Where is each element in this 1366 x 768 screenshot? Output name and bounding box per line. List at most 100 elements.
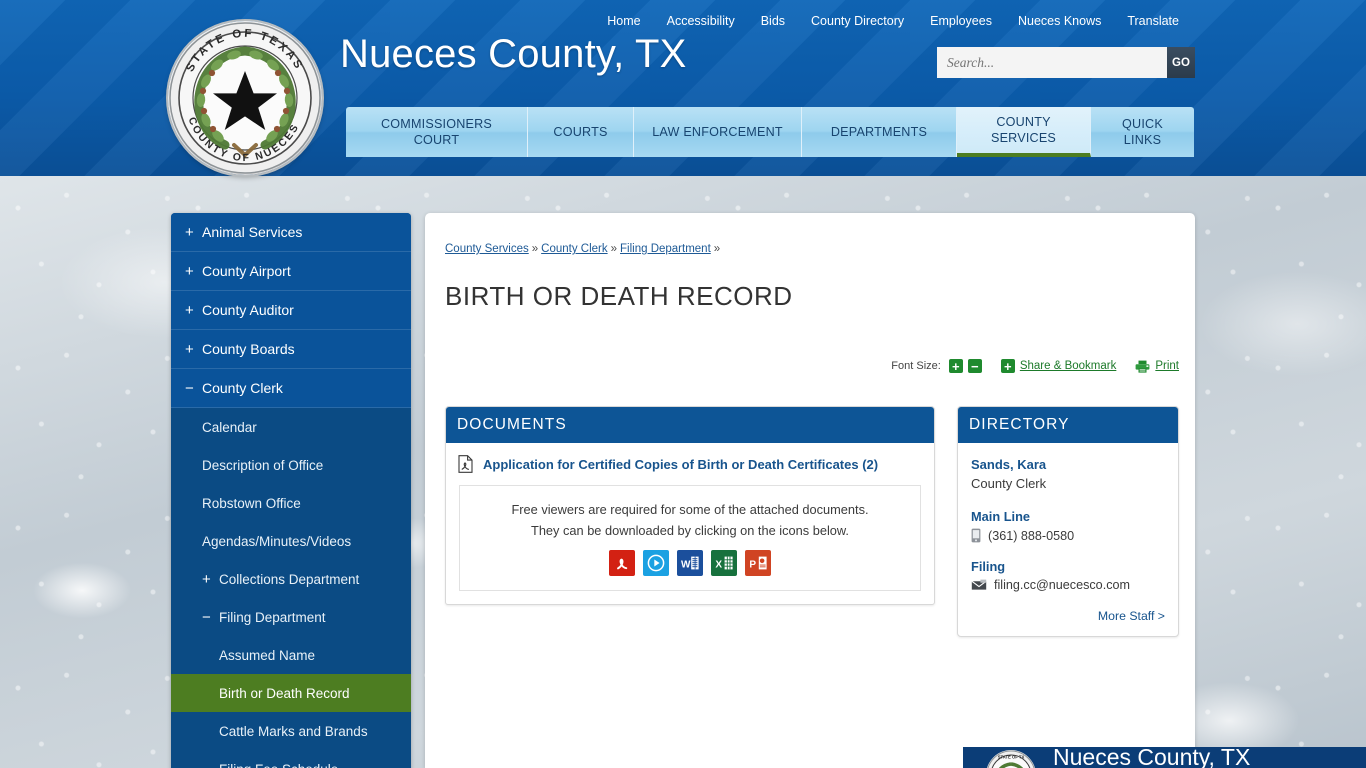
nav-tab-county-services[interactable]: COUNTY SERVICES [957, 107, 1091, 157]
sidebar-item-label: Cattle Marks and Brands [219, 723, 368, 739]
sidebar-item-county-airport[interactable]: + County Airport [171, 252, 411, 291]
expand-plus-icon: + [202, 570, 211, 588]
sidebar-item-birth-or-death-record[interactable]: Birth or Death Record [171, 674, 411, 712]
expand-plus-icon: + [185, 223, 194, 241]
utility-link-nueces-knows[interactable]: Nueces Knows [1005, 12, 1114, 31]
expand-plus-icon: + [185, 340, 194, 358]
county-seal-logo: STATE OF TEXAS COUNTY OF NUECES [168, 21, 322, 175]
utility-link-employees[interactable]: Employees [917, 12, 1005, 31]
directory-email-row: filing.cc@nuecesco.com [971, 578, 1165, 592]
sidebar-item-animal-services[interactable]: + Animal Services [171, 213, 411, 252]
email-icon [971, 579, 987, 591]
document-link[interactable]: Application for Certified Copies of Birt… [483, 457, 878, 472]
directory-person-role: County Clerk [971, 476, 1047, 491]
sidebar-item-filing-fee-schedule[interactable]: Filing Fee Schedule [171, 750, 411, 768]
svg-text:X: X [715, 560, 722, 571]
sidebar-item-label: Birth or Death Record [219, 685, 350, 701]
sidebar-item-county-clerk[interactable]: − County Clerk [171, 369, 411, 408]
sidebar-item-cattle-marks-and-brands[interactable]: Cattle Marks and Brands [171, 712, 411, 750]
expand-plus-icon: + [185, 262, 194, 280]
nav-tab-commissioners-court[interactable]: COMMISSIONERS COURT [346, 107, 528, 157]
sidebar-item-collections-department[interactable]: + Collections Department [171, 560, 411, 598]
sidebar-item-label: County Boards [202, 341, 295, 357]
sidebar-item-label: County Airport [202, 263, 291, 279]
sidebar-item-filing-department[interactable]: − Filing Department [171, 598, 411, 636]
site-title: Nueces County, TX [340, 32, 687, 76]
directory-phone-label: Main Line [971, 509, 1031, 524]
search-go-button[interactable]: GO [1167, 47, 1195, 78]
utility-link-county-directory[interactable]: County Directory [798, 12, 917, 31]
directory-email-label: Filing [971, 559, 1006, 574]
svg-text:W: W [681, 560, 691, 571]
windows-media-player-icon[interactable] [643, 550, 669, 576]
document-list-item[interactable]: Application for Certified Copies of Birt… [446, 443, 934, 483]
utility-nav: Home Accessibility Bids County Directory… [594, 12, 1179, 31]
nav-tab-courts[interactable]: COURTS [528, 107, 634, 157]
breadcrumb-separator: » [531, 243, 539, 255]
utility-link-home[interactable]: Home [594, 12, 653, 31]
increase-font-size-button[interactable]: + [948, 359, 963, 373]
sidebar-item-label: Agendas/Minutes/Videos [202, 533, 352, 549]
sidebar-item-description-of-office[interactable]: Description of Office [171, 446, 411, 484]
decrease-font-size-button[interactable]: − [967, 359, 982, 373]
sidebar-item-label: Animal Services [202, 224, 303, 240]
svg-text:STATE OF TX: STATE OF TX [998, 754, 1025, 759]
breadcrumb-link-county-clerk[interactable]: County Clerk [541, 243, 607, 255]
phone-icon [971, 528, 981, 543]
directory-phone-value[interactable]: (361) 888-0580 [988, 529, 1074, 543]
directory-email-value[interactable]: filing.cc@nuecesco.com [994, 578, 1130, 592]
footer-site-title: Nueces County, TX [1053, 747, 1251, 768]
directory-person-name: Sands, Kara [971, 457, 1047, 472]
more-staff-link[interactable]: More Staff > [1098, 609, 1165, 623]
breadcrumb-link-filing-department[interactable]: Filing Department [620, 243, 711, 255]
sidebar-navigation: + Animal Services + County Airport + Cou… [171, 213, 411, 768]
more-staff-row: More Staff > [971, 607, 1165, 625]
collapse-minus-icon: − [185, 379, 194, 397]
main-content-card: County Services» County Clerk» Filing Depa… [425, 213, 1195, 768]
adobe-reader-icon[interactable] [609, 550, 635, 576]
site-header: STATE OF TEXAS COUNTY OF NUECES Nueces C… [0, 0, 1366, 176]
viewer-note-line-1: Free viewers are required for some of th… [511, 502, 869, 517]
documents-panel-title: DOCUMENTS [446, 407, 934, 443]
share-and-bookmark-link[interactable]: Share & Bookmark [1020, 360, 1117, 372]
share-plus-icon[interactable]: + [1000, 359, 1015, 373]
breadcrumb-link-county-services[interactable]: County Services [445, 243, 529, 255]
sidebar-item-label: Calendar [202, 419, 257, 435]
font-size-label: Font Size: [891, 360, 941, 372]
viewer-note-line-2: They can be downloaded by clicking on th… [531, 523, 849, 538]
nav-tab-departments[interactable]: DEPARTMENTS [802, 107, 957, 157]
nav-tab-law-enforcement[interactable]: LAW ENFORCEMENT [634, 107, 802, 157]
documents-panel: DOCUMENTS Application for Certified Copi… [445, 406, 935, 605]
word-viewer-icon[interactable]: W [677, 550, 703, 576]
sidebar-item-label: County Clerk [202, 380, 283, 396]
sidebar-item-label: Robstown Office [202, 495, 301, 511]
search-input[interactable] [937, 47, 1167, 78]
sidebar-item-label: County Auditor [202, 302, 294, 318]
sidebar-item-calendar[interactable]: Calendar [171, 408, 411, 446]
utility-link-translate[interactable]: Translate [1114, 12, 1179, 31]
sidebar-item-agendas-minutes-videos[interactable]: Agendas/Minutes/Videos [171, 522, 411, 560]
breadcrumb-separator: » [713, 243, 721, 255]
main-navigation: COMMISSIONERS COURT COURTS LAW ENFORCEME… [346, 107, 1194, 157]
breadcrumb-separator: » [610, 243, 618, 255]
sidebar-item-label: Collections Department [219, 571, 360, 587]
powerpoint-viewer-icon[interactable]: P [745, 550, 771, 576]
sidebar-item-label: Assumed Name [219, 647, 316, 663]
breadcrumb: County Services» County Clerk» Filing Depa… [445, 243, 723, 255]
pdf-file-icon [458, 455, 473, 473]
excel-viewer-icon[interactable]: X [711, 550, 737, 576]
svg-text:P: P [749, 560, 756, 571]
search-bar: GO [937, 47, 1195, 78]
nav-tab-quick-links[interactable]: QUICK LINKS [1091, 107, 1194, 157]
print-link[interactable]: Print [1155, 360, 1179, 372]
utility-link-bids[interactable]: Bids [748, 12, 798, 31]
sidebar-item-label: Filing Department [219, 609, 326, 625]
sidebar-item-robstown-office[interactable]: Robstown Office [171, 484, 411, 522]
utility-link-accessibility[interactable]: Accessibility [654, 12, 748, 31]
sidebar-item-label: Filing Fee Schedule [219, 762, 338, 768]
sidebar-item-assumed-name[interactable]: Assumed Name [171, 636, 411, 674]
sidebar-item-county-auditor[interactable]: + County Auditor [171, 291, 411, 330]
expand-plus-icon: + [185, 301, 194, 319]
directory-phone-row: (361) 888-0580 [971, 528, 1165, 543]
sidebar-item-county-boards[interactable]: + County Boards [171, 330, 411, 369]
